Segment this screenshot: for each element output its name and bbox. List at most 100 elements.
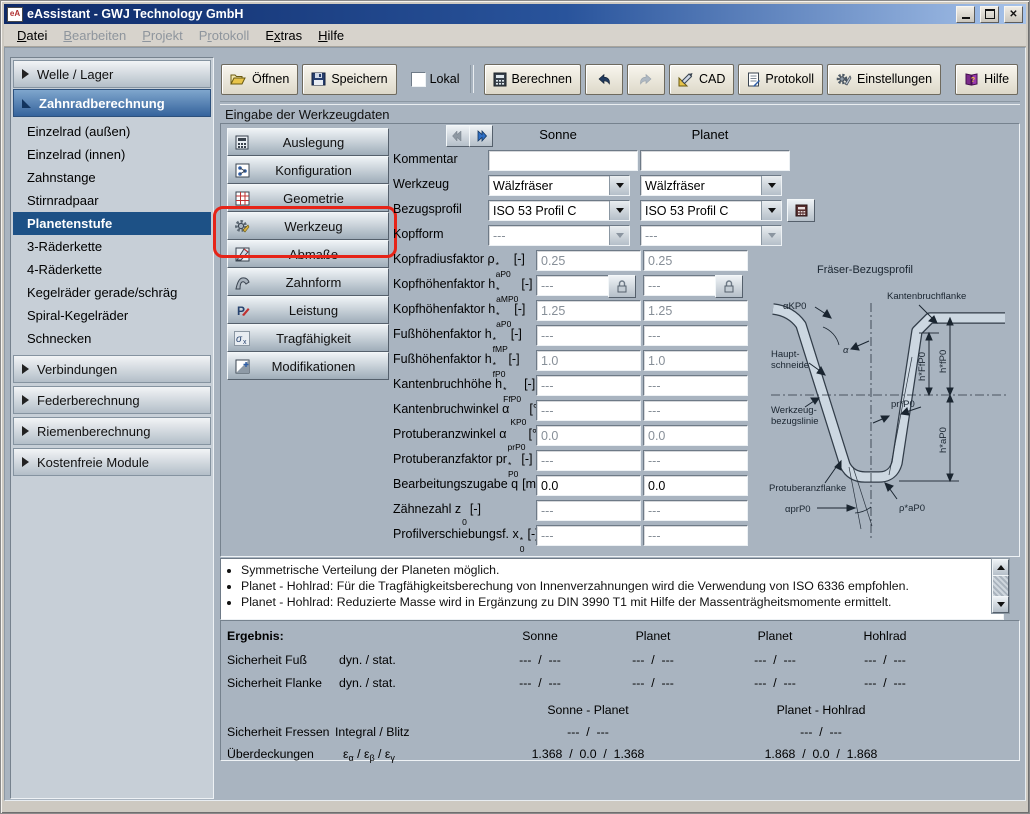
kommentar-planet-input[interactable] bbox=[640, 150, 790, 171]
kommentar-sonne-input[interactable] bbox=[488, 150, 638, 171]
kopfradiusfaktor-planet-input: 0.25 bbox=[643, 250, 748, 271]
design-calculator-icon bbox=[231, 132, 253, 152]
hint-message-box: Symmetrische Verteilung der Planeten mög… bbox=[220, 558, 1004, 620]
sidebar-item-3-raederkette[interactable]: 3-Räderkette bbox=[13, 235, 211, 258]
sidebar-item-planetenstufe[interactable]: Planetenstufe bbox=[13, 212, 211, 235]
open-button[interactable]: Öffnen bbox=[221, 64, 298, 95]
scroll-down-button[interactable] bbox=[992, 596, 1009, 613]
kopfhoehenfaktor-ap0-sonne-input: 1.25 bbox=[536, 300, 641, 321]
undo-icon bbox=[596, 73, 612, 86]
hint-message: Symmetrische Verteilung der Planeten mög… bbox=[241, 562, 997, 578]
sidebar-item-stirnradpaar[interactable]: Stirnradpaar bbox=[13, 189, 211, 212]
save-button[interactable]: Speichern bbox=[302, 64, 396, 95]
settings-button[interactable]: Einstellungen bbox=[827, 64, 941, 95]
result-value: 1.868 / 0.0 / 1.868 bbox=[721, 747, 921, 761]
form-row-kommentar: Kommentar bbox=[221, 150, 1019, 170]
hint-scrollbar[interactable] bbox=[991, 558, 1010, 614]
dropdown-arrow-icon[interactable] bbox=[761, 176, 781, 195]
lock-button-planet[interactable] bbox=[715, 275, 743, 298]
werkzeug-planet-select[interactable]: Wälzfräser bbox=[640, 175, 782, 196]
results-title: Ergebnis: bbox=[227, 629, 284, 643]
sidebar-item-einzelrad-innen[interactable]: Einzelrad (innen) bbox=[13, 143, 211, 166]
cad-button[interactable]: CAD bbox=[669, 64, 734, 95]
chevron-right-icon bbox=[22, 457, 29, 467]
sidebar-section-kostenfreie-module[interactable]: Kostenfreie Module bbox=[13, 448, 211, 476]
protuberanzfaktor-planet-input: --- bbox=[643, 450, 748, 471]
lock-button-sonne[interactable] bbox=[608, 275, 636, 298]
lokal-checkbox[interactable] bbox=[411, 72, 426, 87]
werkzeug-sonne-select[interactable]: Wälzfräser bbox=[488, 175, 630, 196]
page-title: Eingabe der Werkzeugdaten bbox=[225, 107, 390, 122]
zaehnezahl-sonne-input: --- bbox=[536, 500, 641, 521]
menu-datei[interactable]: Datei bbox=[9, 26, 55, 45]
kopfform-planet-select: --- bbox=[640, 225, 782, 246]
dropdown-arrow-icon[interactable] bbox=[761, 201, 781, 220]
sidebar-section-welle-lager[interactable]: Welle / Lager bbox=[13, 60, 211, 88]
protuberanzfaktor-sonne-input: --- bbox=[536, 450, 641, 471]
sidebar-section-zahnradberechnung[interactable]: Zahnradberechnung bbox=[13, 89, 211, 117]
field-label: Werkzeug bbox=[393, 177, 453, 193]
result-value: 1.368 / 0.0 / 1.368 bbox=[488, 747, 688, 761]
results-header-hohlrad: Hohlrad bbox=[825, 629, 945, 643]
sidebar-item-schnecken[interactable]: Schnecken bbox=[13, 327, 211, 350]
kantenbruchwinkel-planet-input: --- bbox=[643, 400, 748, 421]
fusshoehenfaktor-fp0-planet-input: 1.0 bbox=[643, 350, 748, 371]
hint-message: Planet - Hohlrad: Reduzierte Masse wird … bbox=[241, 594, 997, 610]
kantenbruchhoehe-sonne-input: --- bbox=[536, 375, 641, 396]
field-label: Profilverschiebungsf. x*0[-] bbox=[393, 527, 539, 553]
chevron-right-icon bbox=[22, 395, 29, 405]
sidebar-item-spiral-kegelraeder[interactable]: Spiral-Kegelräder bbox=[13, 304, 211, 327]
sidebar-item-einzelrad-aussen[interactable]: Einzelrad (außen) bbox=[13, 120, 211, 143]
dropdown-arrow-icon[interactable] bbox=[609, 201, 629, 220]
alpha-angle-arc bbox=[823, 327, 839, 345]
bezugsprofil-planet-select[interactable]: ISO 53 Profil C bbox=[640, 200, 782, 221]
maximize-icon bbox=[985, 9, 995, 19]
dropdown-arrow-icon[interactable] bbox=[609, 176, 629, 195]
results-header-planet: Planet bbox=[593, 629, 713, 643]
results-header-sonne: Sonne bbox=[480, 629, 600, 643]
close-button[interactable]: ✕ bbox=[1004, 6, 1023, 23]
menu-extras[interactable]: Extras bbox=[257, 26, 310, 45]
dropdown-arrow-icon bbox=[609, 226, 629, 245]
form-row-werkzeug: Werkzeug Wälzfräser Wälzfräser bbox=[221, 175, 1019, 195]
toolbar-separator bbox=[470, 65, 474, 93]
sidebar-section-riemenberechnung[interactable]: Riemenberechnung bbox=[13, 417, 211, 445]
sidebar-section-verbindungen[interactable]: Verbindungen bbox=[13, 355, 211, 383]
werkzeugbezugslinie-label: Werkzeug- bbox=[771, 405, 817, 416]
kopfhoehenfaktor-amp0-sonne-input: --- bbox=[536, 275, 614, 296]
column-header-sonne: Sonne bbox=[488, 127, 628, 142]
chevron-right-icon bbox=[22, 364, 29, 374]
bezugsprofil-sonne-select[interactable]: ISO 53 Profil C bbox=[488, 200, 630, 221]
gear-wrench-icon bbox=[836, 72, 852, 87]
sidebar-item-kegelraeder[interactable]: Kegelräder gerade/schräg bbox=[13, 281, 211, 304]
svg-text:?: ? bbox=[971, 77, 975, 84]
kopfhoehenfaktor-ap0-planet-input: 1.25 bbox=[643, 300, 748, 321]
calculate-button[interactable]: Berechnen bbox=[484, 64, 581, 95]
lokal-label: Lokal bbox=[430, 72, 460, 86]
protuberanzflanke-label: Protuberanzflanke bbox=[769, 483, 846, 494]
redo-icon bbox=[638, 73, 654, 86]
h-ap0-label: h*aP0 bbox=[938, 427, 949, 453]
scroll-up-button[interactable] bbox=[992, 559, 1009, 576]
bearbeitungszugabe-sonne-input[interactable]: 0.0 bbox=[536, 475, 641, 496]
row-label: Überdeckungen bbox=[227, 747, 314, 761]
maximize-button[interactable] bbox=[980, 6, 999, 23]
tool-data-form: Auslegung Konfiguration Geometrie Werkze… bbox=[220, 123, 1020, 557]
profile-calculator-button[interactable] bbox=[787, 199, 815, 222]
sidebar-item-4-raederkette[interactable]: 4-Räderkette bbox=[13, 258, 211, 281]
minimize-button[interactable] bbox=[956, 6, 975, 23]
undo-button[interactable] bbox=[585, 64, 623, 95]
protokoll-button[interactable]: Protokoll bbox=[738, 64, 823, 95]
menu-hilfe[interactable]: Hilfe bbox=[310, 26, 352, 45]
sidebar-item-zahnstange[interactable]: Zahnstange bbox=[13, 166, 211, 189]
kantenbruchwinkel-sonne-input: --- bbox=[536, 400, 641, 421]
scrollbar-thumb[interactable] bbox=[992, 575, 1009, 597]
help-button[interactable]: ? Hilfe bbox=[955, 64, 1018, 95]
column-header-planet: Planet bbox=[640, 127, 780, 142]
app-icon: eA bbox=[7, 7, 23, 22]
minimize-icon bbox=[962, 17, 970, 19]
bearbeitungszugabe-planet-input[interactable]: 0.0 bbox=[643, 475, 748, 496]
sidebar-section-federberechnung[interactable]: Federberechnung bbox=[13, 386, 211, 414]
previous-pair-button[interactable] bbox=[446, 125, 470, 147]
h-fp0-label: h*fP0 bbox=[938, 350, 949, 373]
